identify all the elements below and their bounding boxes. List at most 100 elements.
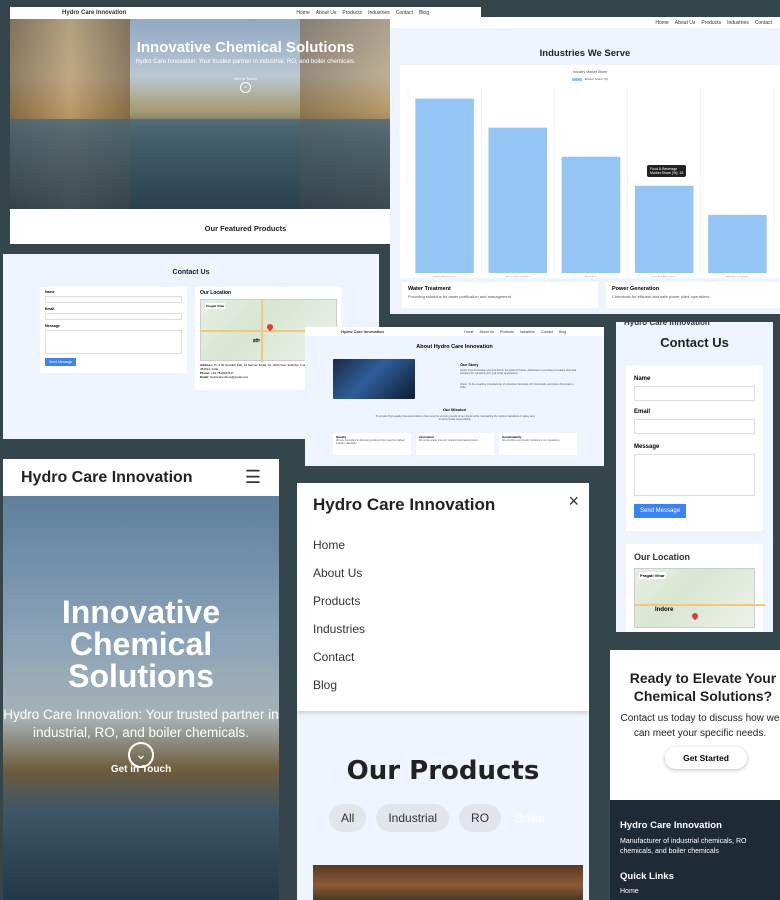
- bar[interactable]: [708, 214, 767, 273]
- message-field[interactable]: [634, 454, 755, 496]
- nav-products[interactable]: Products: [701, 20, 721, 26]
- map-place-name: Pragati Vihar: [205, 303, 226, 309]
- brand-logo[interactable]: Hydro Care Innovation: [21, 469, 193, 487]
- contact-form: Name Email Message Send Message: [626, 366, 763, 531]
- cta-section: Ready to Elevate Your Chemical Solutions…: [610, 650, 780, 800]
- name-label: Name: [45, 290, 55, 294]
- bar[interactable]: [488, 127, 548, 273]
- value-desc: We prioritize eco-friendly solutions in …: [502, 439, 561, 442]
- nav-products[interactable]: Products: [342, 10, 362, 16]
- nav-contact[interactable]: Contact: [541, 330, 553, 334]
- industry-card: Water Treatment Providing solutions for …: [402, 282, 598, 308]
- nav-about[interactable]: About Us: [675, 20, 696, 26]
- map-city-label: इंदौर: [253, 338, 260, 343]
- menu-item-products[interactable]: Products: [313, 594, 573, 608]
- nav-contact[interactable]: Contact: [396, 10, 413, 16]
- value-desc: We continuously invest in research and d…: [419, 439, 479, 442]
- mobile-cta-footer-screenshot: Ready to Elevate Your Chemical Solutions…: [610, 650, 780, 900]
- mobile-navbar: Hydro Care Innovation ☰: [3, 459, 279, 496]
- name-label: Name: [634, 376, 651, 382]
- email-label: Email: [45, 307, 55, 311]
- nav-industries[interactable]: Industries: [368, 10, 390, 16]
- footer-quick-links-title: Quick Links: [620, 870, 674, 882]
- name-field[interactable]: [634, 386, 755, 401]
- hero-title: Innovative Chemical Solutions: [61, 594, 221, 694]
- filter-all[interactable]: All: [329, 804, 367, 832]
- menu-item-industries[interactable]: Industries: [313, 622, 573, 636]
- brand-logo[interactable]: Hydro Care Innovation: [62, 10, 126, 16]
- location-title: Our Location: [200, 290, 232, 296]
- industries-screenshot: Home About Us Products Industries Contact In…: [390, 17, 780, 314]
- email-field[interactable]: [45, 313, 182, 320]
- nav-industries[interactable]: Industries: [520, 330, 535, 334]
- message-label: Message: [634, 444, 660, 450]
- industry-card-desc: Providing solutions for water purificati…: [408, 294, 513, 299]
- nav-home[interactable]: Home: [464, 330, 473, 334]
- story-title: Our Story: [460, 362, 479, 367]
- name-field[interactable]: [45, 296, 182, 303]
- x-tick-label: Oil & Gas: [585, 275, 598, 277]
- email-info-value: hydrocareindore@gmail.com: [209, 374, 249, 379]
- brand-logo[interactable]: Hydro Care Innovation: [313, 495, 573, 515]
- message-label: Message: [45, 324, 60, 328]
- bar[interactable]: [634, 185, 694, 273]
- footer-brand: Hydro Care Innovation: [620, 820, 722, 831]
- industry-card-title: Water Treatment: [408, 286, 451, 292]
- about-image: [333, 359, 415, 399]
- bar[interactable]: [561, 156, 621, 273]
- chevron-down-icon[interactable]: ⌄: [240, 82, 251, 93]
- menu-item-contact[interactable]: Contact: [313, 650, 573, 664]
- message-field[interactable]: [45, 330, 182, 354]
- x-tick-label: Power Generation: [506, 275, 531, 277]
- product-image: [313, 865, 583, 900]
- tooltip-value: Market Share (%): 15: [650, 171, 684, 175]
- get-started-button[interactable]: Get Started: [665, 747, 747, 769]
- industry-card: Power Generation Chemicals for efficient…: [606, 282, 780, 308]
- nav-industries[interactable]: Industries: [727, 20, 749, 26]
- filter-boiler[interactable]: Boiler: [511, 804, 550, 832]
- bar[interactable]: [415, 98, 474, 273]
- menu-item-about[interactable]: About Us: [313, 566, 573, 580]
- nav-products[interactable]: Products: [500, 330, 514, 334]
- industry-card-title: Power Generation: [612, 286, 660, 292]
- contact-title: Contact Us: [172, 269, 210, 276]
- value-desc: We are committed to delivering products …: [336, 439, 405, 445]
- value-card: Quality We are committed to delivering p…: [333, 433, 411, 455]
- close-icon[interactable]: ×: [568, 491, 579, 512]
- product-filters: All Industrial RO Boiler: [297, 804, 589, 832]
- hero-subtitle: Hydro Care Innovation: Your trusted part…: [3, 707, 279, 741]
- menu-item-blog[interactable]: Blog: [313, 678, 573, 692]
- products-title: Our Products: [346, 756, 540, 786]
- value-card: Sustainability We prioritize eco-friendl…: [499, 433, 577, 455]
- send-message-button[interactable]: Send Message: [634, 504, 687, 518]
- hero-cta-link[interactable]: Get in Touch: [3, 764, 279, 775]
- mobile-contact-screenshot: Hydro Care Innovation Contact Us Name Em…: [616, 322, 773, 632]
- chart-tooltip: Food & Beverage Market Share (%): 15: [647, 165, 687, 177]
- x-tick-label: Pharmaceuticals: [726, 275, 749, 277]
- nav-blog[interactable]: Blog: [419, 10, 429, 16]
- nav-about[interactable]: About Us: [480, 330, 494, 334]
- contact-form: Name Email Message Send Message: [40, 287, 187, 373]
- nav-home[interactable]: Home: [655, 20, 668, 26]
- nav-home[interactable]: Home: [296, 10, 309, 16]
- chart-container: Industry Market Share Market Share (%) W…: [400, 65, 780, 278]
- send-message-button[interactable]: Send Message: [45, 358, 77, 366]
- nav-contact[interactable]: Contact: [755, 20, 772, 26]
- email-field[interactable]: [634, 419, 755, 434]
- nav-about[interactable]: About Us: [316, 10, 337, 16]
- hero-section: Innovative Chemical Solutions Hydro Care…: [3, 496, 279, 900]
- filter-industrial[interactable]: Industrial: [376, 804, 450, 832]
- filter-ro[interactable]: RO: [459, 804, 502, 832]
- footer-link-home[interactable]: Home: [620, 888, 770, 895]
- industry-bar-chart: Water Treatment Power Generation Oil & Gas…: [407, 87, 775, 277]
- nav-blog[interactable]: Blog: [559, 330, 566, 334]
- location-card: Our Location Pragati Vihar Indore: [626, 544, 765, 632]
- location-map[interactable]: Pragati Vihar Indore: [634, 568, 765, 628]
- value-card: Innovation We continuously invest in res…: [416, 433, 494, 455]
- navbar: Hydro Care Innovation Home About Us Produc…: [305, 327, 604, 336]
- menu-item-home[interactable]: Home: [313, 538, 573, 552]
- footer: Hydro Care Innovation Manufacturer of in…: [610, 800, 780, 900]
- location-title: Our Location: [634, 552, 690, 562]
- hamburger-menu-icon[interactable]: ☰: [245, 467, 261, 488]
- brand-logo[interactable]: Hydro Care Innovation: [341, 329, 384, 334]
